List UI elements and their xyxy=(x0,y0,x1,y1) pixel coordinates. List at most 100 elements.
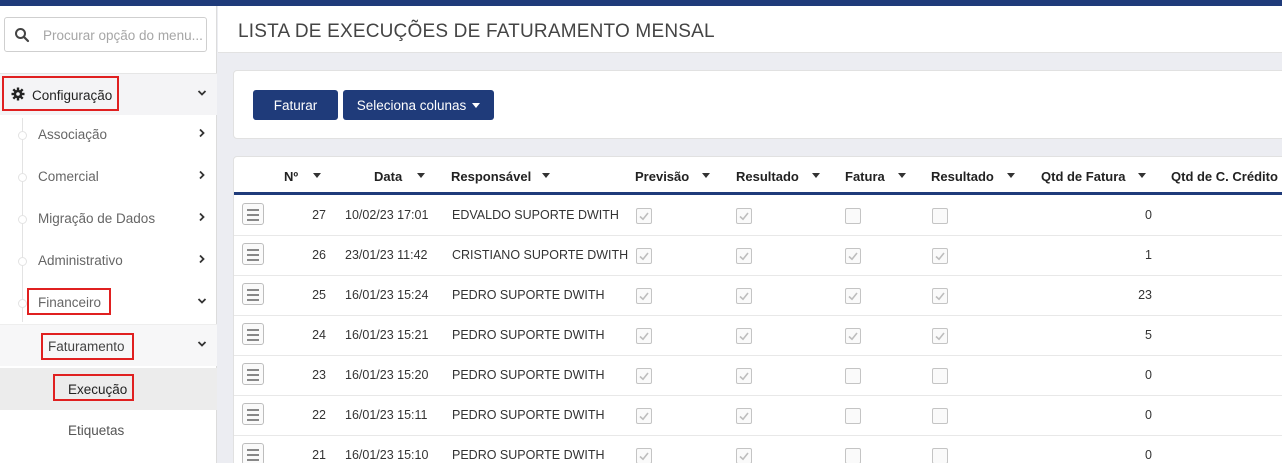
menu-lines-icon[interactable] xyxy=(242,283,264,305)
column-header-resultado[interactable]: Resultado xyxy=(736,169,799,184)
checkbox-fat[interactable] xyxy=(845,248,861,264)
checkbox-prev[interactable] xyxy=(636,368,652,384)
checkbox-res2[interactable] xyxy=(932,208,948,224)
chevron-down-icon xyxy=(197,341,207,347)
cell-numero: 23 xyxy=(312,368,326,382)
checkbox-prev[interactable] xyxy=(636,328,652,344)
sort-icon[interactable] xyxy=(898,173,906,178)
cell-responsavel: PEDRO SUPORTE DWITH xyxy=(452,448,605,462)
check-icon xyxy=(639,332,649,341)
checkbox-res1[interactable] xyxy=(736,328,752,344)
seleciona-colunas-button[interactable]: Seleciona colunas xyxy=(343,90,494,120)
checkbox-fat[interactable] xyxy=(845,208,861,224)
checkbox-res2[interactable] xyxy=(932,328,948,344)
checkbox-prev[interactable] xyxy=(636,248,652,264)
checkbox-prev[interactable] xyxy=(636,208,652,224)
check-icon xyxy=(739,292,749,301)
sidebar-item-financeiro[interactable]: Financeiro xyxy=(0,282,217,324)
column-header-numero[interactable]: Nº xyxy=(284,169,298,184)
checkbox-res1[interactable] xyxy=(736,408,752,424)
checkbox-res1[interactable] xyxy=(736,288,752,304)
cell-numero: 26 xyxy=(312,248,326,262)
sidebar-item-administrativo[interactable]: Administrativo xyxy=(0,240,217,282)
cell-data: 16/01/23 15:10 xyxy=(345,448,429,462)
tree-dot xyxy=(18,299,27,308)
chevron-down-icon xyxy=(197,90,207,96)
cell-data: 16/01/23 15:11 xyxy=(345,408,428,422)
checkbox-res2[interactable] xyxy=(932,408,948,424)
column-header-resultado-fatura[interactable]: Resultado xyxy=(931,169,994,184)
check-icon xyxy=(639,412,649,421)
checkbox-fat[interactable] xyxy=(845,328,861,344)
cell-qtd-fatura: 23 xyxy=(1138,288,1152,302)
checkbox-res2[interactable] xyxy=(932,248,948,264)
cell-data: 23/01/23 11:42 xyxy=(345,248,428,262)
checkbox-res2[interactable] xyxy=(932,368,948,384)
page-title: LISTA DE EXECUÇÕES DE FATURAMENTO MENSAL xyxy=(238,21,715,42)
sidebar-item-migracao-de-dados[interactable]: Migração de Dados xyxy=(0,198,217,240)
table-row[interactable]: 21 16/01/23 15:10 PEDRO SUPORTE DWITH 0 xyxy=(234,436,1282,463)
cell-numero: 24 xyxy=(312,328,326,342)
sidebar-item-label: Comercial xyxy=(38,169,99,184)
checkbox-res2[interactable] xyxy=(932,288,948,304)
menu-lines-icon[interactable] xyxy=(242,323,264,345)
sort-icon[interactable] xyxy=(417,173,425,178)
sidebar-item-associacao[interactable]: Associação xyxy=(0,114,217,156)
faturar-button[interactable]: Faturar xyxy=(253,90,338,120)
menu-lines-icon[interactable] xyxy=(242,243,264,265)
sidebar-item-label: Faturamento xyxy=(48,339,125,354)
cell-qtd-fatura: 0 xyxy=(1145,368,1152,382)
checkbox-fat[interactable] xyxy=(845,408,861,424)
table-row[interactable]: 24 16/01/23 15:21 PEDRO SUPORTE DWITH 5 xyxy=(234,316,1282,356)
table-row[interactable]: 25 16/01/23 15:24 PEDRO SUPORTE DWITH 23 xyxy=(234,276,1282,316)
checkbox-res1[interactable] xyxy=(736,248,752,264)
column-header-qtd-credito[interactable]: Qtd de C. Crédito xyxy=(1171,169,1278,184)
sort-icon[interactable] xyxy=(1138,173,1146,178)
checkbox-prev[interactable] xyxy=(636,448,652,463)
search-input[interactable] xyxy=(43,26,203,44)
sidebar-item-faturamento[interactable]: Faturamento xyxy=(0,324,217,366)
checkbox-fat[interactable] xyxy=(845,448,861,463)
menu-search[interactable] xyxy=(4,17,207,52)
menu-lines-icon[interactable] xyxy=(242,203,264,225)
chevron-right-icon xyxy=(199,254,205,264)
check-icon xyxy=(935,252,945,261)
check-icon xyxy=(739,412,749,421)
column-header-responsavel[interactable]: Responsável xyxy=(451,169,531,184)
checkbox-prev[interactable] xyxy=(636,408,652,424)
cell-qtd-fatura: 0 xyxy=(1145,408,1152,422)
sidebar-item-configuracao[interactable]: Configuração xyxy=(0,73,217,115)
table-row[interactable]: 27 10/02/23 17:01 EDVALDO SUPORTE DWITH 0 xyxy=(234,196,1282,236)
sort-icon[interactable] xyxy=(313,173,321,178)
menu-lines-icon[interactable] xyxy=(242,403,264,425)
checkbox-fat[interactable] xyxy=(845,368,861,384)
checkbox-res2[interactable] xyxy=(932,448,948,463)
table-row[interactable]: 23 16/01/23 15:20 PEDRO SUPORTE DWITH 0 xyxy=(234,356,1282,396)
sidebar-item-comercial[interactable]: Comercial xyxy=(0,156,217,198)
column-header-data[interactable]: Data xyxy=(374,169,402,184)
sort-icon[interactable] xyxy=(542,173,550,178)
checkbox-fat[interactable] xyxy=(845,288,861,304)
checkbox-res1[interactable] xyxy=(736,208,752,224)
sort-icon[interactable] xyxy=(702,173,710,178)
sort-icon[interactable] xyxy=(812,173,820,178)
check-icon xyxy=(739,372,749,381)
table-row[interactable]: 22 16/01/23 15:11 PEDRO SUPORTE DWITH 0 xyxy=(234,396,1282,436)
column-header-previsao[interactable]: Previsão xyxy=(635,169,689,184)
checkbox-res1[interactable] xyxy=(736,368,752,384)
sidebar-item-label: Migração de Dados xyxy=(38,211,156,226)
checkbox-prev[interactable] xyxy=(636,288,652,304)
sidebar-item-execucao[interactable]: Execução xyxy=(0,368,217,410)
sort-icon[interactable] xyxy=(1007,173,1015,178)
cell-numero: 21 xyxy=(312,448,326,462)
checkbox-res1[interactable] xyxy=(736,448,752,463)
sidebar-item-etiquetas[interactable]: Etiquetas xyxy=(0,410,217,452)
column-header-fatura[interactable]: Fatura xyxy=(845,169,885,184)
check-icon xyxy=(639,252,649,261)
table-row[interactable]: 26 23/01/23 11:42 CRISTIANO SUPORTE DWITH 1 xyxy=(234,236,1282,276)
sidebar-item-label: Etiquetas xyxy=(68,423,125,438)
menu-lines-icon[interactable] xyxy=(242,443,264,463)
column-header-qtd-fatura[interactable]: Qtd de Fatura xyxy=(1041,169,1126,184)
sidebar-item-label: Configuração xyxy=(32,88,113,103)
menu-lines-icon[interactable] xyxy=(242,363,264,385)
